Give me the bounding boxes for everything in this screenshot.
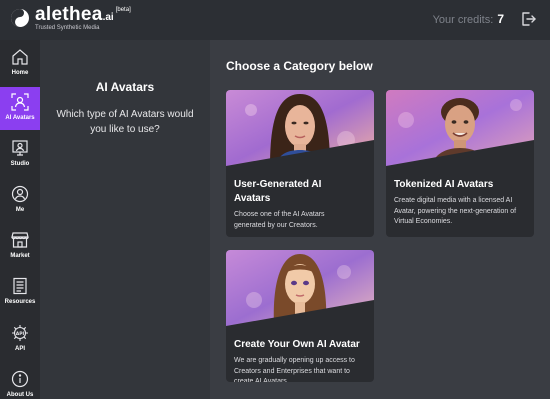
sidebar-item-label: Me: [15, 207, 25, 213]
credits-value: 7: [497, 12, 504, 26]
brand-tagline: Trusted Synthetic Media: [35, 25, 100, 31]
section-title: Choose a Category below: [226, 59, 373, 73]
sidebar-item-studio[interactable]: Studio: [0, 133, 40, 176]
credits-display: Your credits: 7: [433, 12, 504, 26]
card-description: We are gradually opening up access to Cr…: [234, 357, 355, 382]
user-icon: [11, 185, 29, 203]
category-intro-panel: AI Avatars Which type of AI Avatars woul…: [40, 40, 210, 399]
card-title: Tokenized AI Avatars: [394, 179, 494, 190]
studio-icon: [12, 140, 28, 156]
sidebar-item-me[interactable]: Me: [0, 179, 40, 222]
panel-title: AI Avatars: [95, 80, 155, 94]
sidebar-item-label: Home: [11, 70, 29, 76]
card-description: Create digital media with a licensed AI …: [394, 197, 517, 225]
svg-text:API: API: [16, 331, 25, 337]
info-icon: [11, 370, 29, 388]
sidebar-item-market[interactable]: Market: [0, 225, 40, 268]
card-title: Create Your Own AI Avatar: [234, 339, 360, 350]
sidebar-item-label: API: [14, 346, 25, 352]
logout-icon[interactable]: [520, 11, 536, 27]
card-image-diagonal-mask: [386, 140, 534, 170]
sidebar-item-api[interactable]: API API: [0, 318, 40, 361]
sidebar-nav: Home AI Avatars Studio Me Market Resourc…: [0, 40, 40, 399]
sidebar-item-label: About Us: [6, 392, 34, 398]
top-header: alethea.ai[beta] Trusted Synthetic Media…: [0, 0, 550, 40]
brand-name: alethea: [35, 4, 103, 25]
document-icon: [13, 277, 27, 295]
beta-label: [beta]: [115, 7, 131, 13]
sidebar-item-label: Market: [10, 253, 30, 259]
brand-suffix: .ai: [102, 12, 114, 23]
category-card-tokenized[interactable]: Tokenized AI Avatars Create digital medi…: [386, 90, 534, 237]
sidebar-item-about-us[interactable]: About Us: [0, 364, 40, 399]
sidebar-item-label: Studio: [10, 161, 30, 167]
avatar-scan-icon: [11, 93, 29, 111]
panel-question: Which type of AI Avatars would you like …: [56, 109, 194, 135]
category-card-user-generated[interactable]: User-Generated AI Avatars Choose one of …: [226, 90, 374, 237]
main-content: Choose a Category below User-Generated A…: [210, 40, 550, 399]
credits-label: Your credits:: [432, 14, 494, 26]
alethea-logo-icon: [11, 9, 29, 27]
api-icon: API: [12, 325, 28, 341]
sidebar-item-resources[interactable]: Resources: [0, 271, 40, 314]
sidebar-item-home[interactable]: Home: [0, 42, 40, 85]
card-image-diagonal-mask: [226, 300, 374, 330]
brand-logo[interactable]: alethea.ai[beta] Trusted Synthetic Media: [10, 5, 131, 31]
sidebar-item-label: AI Avatars: [5, 115, 35, 121]
sidebar-item-ai-avatars[interactable]: AI Avatars: [0, 87, 40, 130]
home-icon: [12, 49, 28, 65]
sidebar-item-label: Resources: [4, 299, 36, 305]
category-card-create-own[interactable]: Create Your Own AI Avatar We are gradual…: [226, 250, 374, 382]
card-title: User-Generated AI Avatars: [234, 179, 322, 204]
market-icon: [11, 232, 29, 248]
card-description: Choose one of the AI Avatars generated b…: [234, 211, 325, 229]
card-image-diagonal-mask: [226, 140, 374, 170]
